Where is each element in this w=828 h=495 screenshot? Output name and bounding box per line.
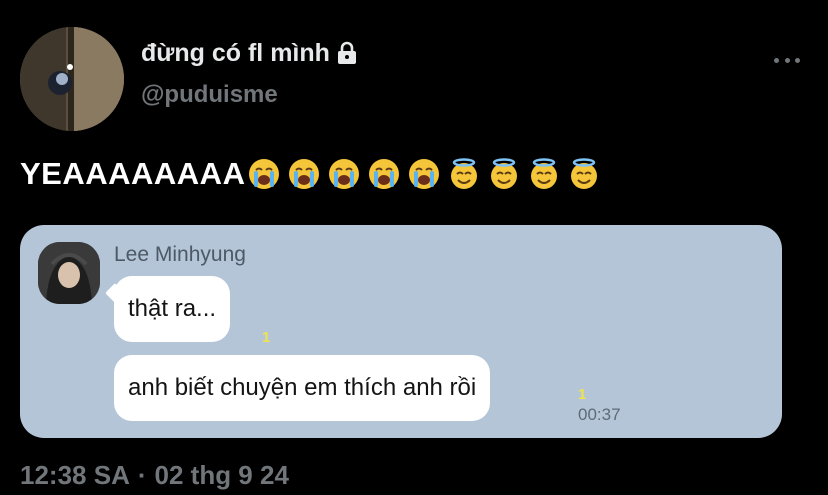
unread-count: 1 — [262, 329, 271, 346]
chat-message-bubble: anh biết chuyện em thích anh rồi — [114, 355, 491, 421]
author-avatar[interactable] — [20, 27, 124, 131]
unread-count: 1 — [578, 386, 587, 403]
loudly-crying-face-icon — [249, 159, 280, 189]
profile-photo-icon — [20, 27, 124, 131]
loudly-crying-face-icon — [409, 159, 440, 189]
lock-icon — [334, 40, 360, 66]
tweet-text: YEAAAAAAAA — [20, 152, 600, 196]
tweet-date-link[interactable]: 02 thg 9 24 — [155, 460, 289, 491]
author-display-name[interactable]: đừng có fl mình — [141, 36, 360, 70]
tweet-media-image[interactable]: Lee Minhyung thật ra... 1 anh biết chuyệ… — [20, 225, 782, 438]
author-handle[interactable]: @puduisme — [141, 81, 278, 109]
tweet-timestamp: 12:38 SA · 02 thg 9 24 — [20, 460, 289, 491]
chat-message-bubble: thật ra... — [114, 276, 231, 342]
chat-message-text: thật ra... — [128, 295, 217, 322]
more-dot-icon — [795, 57, 800, 63]
loudly-crying-face-icon — [369, 159, 400, 189]
chat-message-text: anh biết chuyện em thích anh rồi — [128, 374, 477, 401]
tweet-text-words: YEAAAAAAAA — [20, 156, 246, 191]
smiling-face-with-halo-icon — [531, 158, 558, 189]
chat-sender-name: Lee Minhyung — [114, 243, 246, 266]
loudly-crying-face-icon — [289, 159, 320, 189]
more-dot-icon — [774, 57, 779, 63]
chat-sender-avatar — [38, 242, 100, 304]
more-dot-icon — [784, 57, 790, 63]
emoji-row — [248, 158, 600, 190]
smiling-face-with-halo-icon — [571, 158, 598, 189]
tweet-time-link[interactable]: 12:38 SA — [20, 460, 130, 491]
chat-message-time: 00:37 — [578, 405, 621, 424]
display-name-text: đừng có fl mình — [141, 38, 330, 67]
loudly-crying-face-icon — [329, 159, 360, 189]
smiling-face-with-halo-icon — [491, 158, 518, 189]
sender-photo-icon — [38, 242, 100, 304]
smiling-face-with-halo-icon — [451, 158, 478, 189]
timestamp-separator: · — [137, 460, 147, 490]
more-options-button[interactable] — [774, 50, 800, 70]
